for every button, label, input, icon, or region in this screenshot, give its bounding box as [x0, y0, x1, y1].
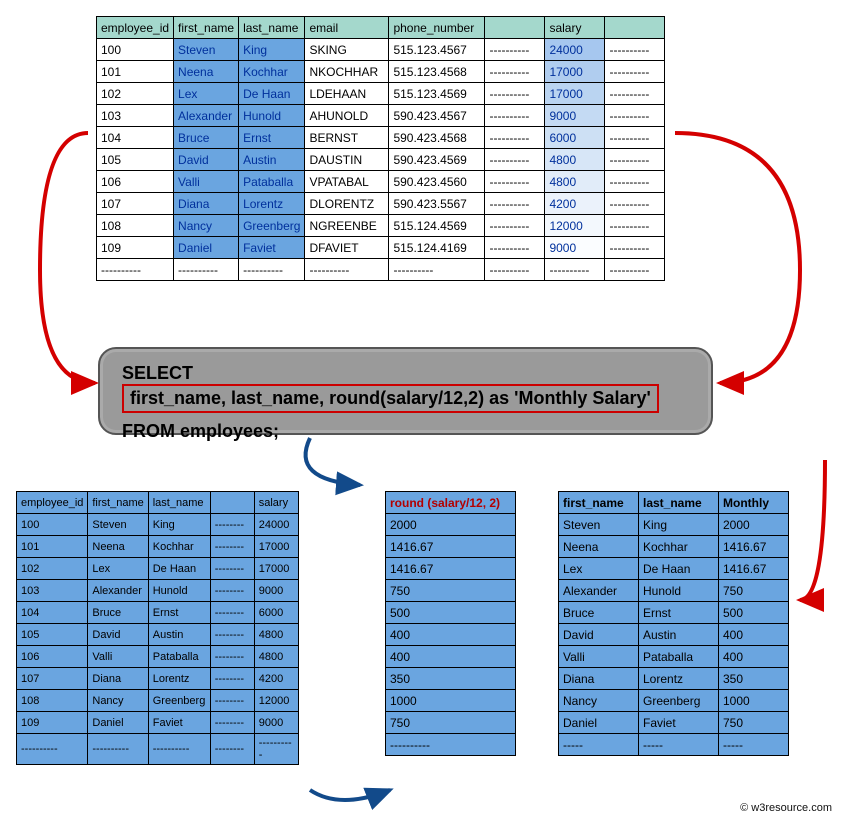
- table-row: 108NancyGreenbergNGREENBE515.124.4569---…: [97, 215, 665, 237]
- arrow-salary-to-round: [310, 790, 390, 800]
- table-row: 107DianaLorentzDLORENTZ590.423.5567-----…: [97, 193, 665, 215]
- table-row: LexDe Haan1416.67: [559, 558, 789, 580]
- table-header-row: round (salary/12, 2): [386, 492, 516, 514]
- table-row: 104BruceErnstBERNST590.423.4568---------…: [97, 127, 665, 149]
- table-row: 109DanielFaviet--------9000: [17, 712, 299, 734]
- table-row: NancyGreenberg1000: [559, 690, 789, 712]
- table-row: 103AlexanderHunoldAHUNOLD590.423.4567---…: [97, 105, 665, 127]
- sql-select-clause: first_name, last_name, round(salary/12,2…: [122, 384, 659, 413]
- diagram-canvas: employee_id first_name last_name email p…: [10, 10, 842, 818]
- table-row: 107DianaLorentz--------4200: [17, 668, 299, 690]
- table-row: 109DanielFavietDFAVIET515.124.4169------…: [97, 237, 665, 259]
- table-row: ----------------------------------------…: [97, 259, 665, 281]
- sql-line-1: SELECT first_name, last_name, round(sala…: [122, 363, 695, 413]
- table-row: StevenKing2000: [559, 514, 789, 536]
- table-header-row: employee_id first_name last_name email p…: [97, 17, 665, 39]
- table-row: 100StevenKingSKING515.123.4567----------…: [97, 39, 665, 61]
- col-employee-id: employee_id: [97, 17, 174, 39]
- table-row: 400: [386, 624, 516, 646]
- table-row: 1000: [386, 690, 516, 712]
- table-row: 101NeenaKochharNKOCHHAR515.123.4568-----…: [97, 61, 665, 83]
- sql-query-box: SELECT first_name, last_name, round(sala…: [98, 347, 713, 435]
- col-last-name: last_name: [239, 17, 305, 39]
- table-row: BruceErnst500: [559, 602, 789, 624]
- table-row: 1416.67: [386, 536, 516, 558]
- sql-select-keyword: SELECT: [122, 363, 193, 383]
- table-row: ---------------: [559, 734, 789, 756]
- result-table: first_name last_name Monthly StevenKing2…: [558, 491, 789, 756]
- table-row: 2000: [386, 514, 516, 536]
- table-row: DianaLorentz350: [559, 668, 789, 690]
- table-row: ValliPataballa400: [559, 646, 789, 668]
- table-row: 103AlexanderHunold--------9000: [17, 580, 299, 602]
- computed-column-table: round (salary/12, 2) 2000 1416.67 1416.6…: [385, 491, 516, 756]
- table-row: 1416.67: [386, 558, 516, 580]
- table-row: 750: [386, 580, 516, 602]
- col-extra2: [605, 17, 665, 39]
- col-phone: phone_number: [389, 17, 485, 39]
- table-row: 104BruceErnst--------6000: [17, 602, 299, 624]
- table-row: 100StevenKing--------24000: [17, 514, 299, 536]
- arrow-to-result: [800, 460, 825, 600]
- table-header-row: first_name last_name Monthly: [559, 492, 789, 514]
- table-header-row: employee_id first_name last_name salary: [17, 492, 299, 514]
- table-row: 102LexDe Haan--------17000: [17, 558, 299, 580]
- arrow-top-left-to-sql: [40, 133, 95, 383]
- table-row: DanielFaviet750: [559, 712, 789, 734]
- table-row: AlexanderHunold750: [559, 580, 789, 602]
- arrow-sql-to-mid: [306, 438, 360, 485]
- table-row: 350: [386, 668, 516, 690]
- col-salary: salary: [545, 17, 605, 39]
- col-first-name: first_name: [174, 17, 239, 39]
- sql-from-clause: FROM employees;: [122, 421, 695, 442]
- table-row: ----------------------------------------…: [17, 734, 299, 765]
- table-row: 101NeenaKochhar--------17000: [17, 536, 299, 558]
- table-row: 106ValliPataballa--------4800: [17, 646, 299, 668]
- table-row: 400: [386, 646, 516, 668]
- table-row: 106ValliPataballaVPATABAL590.423.4560---…: [97, 171, 665, 193]
- table-row: 108NancyGreenberg--------12000: [17, 690, 299, 712]
- arrow-top-right-to-sql: [675, 133, 800, 383]
- table-row: NeenaKochhar1416.67: [559, 536, 789, 558]
- table-row: 102LexDe HaanLDEHAAN515.123.4569--------…: [97, 83, 665, 105]
- col-email: email: [305, 17, 389, 39]
- copyright-text: © w3resource.com: [740, 802, 832, 814]
- table-row: 750: [386, 712, 516, 734]
- table-row: 105DavidAustinDAUSTIN590.423.4569-------…: [97, 149, 665, 171]
- table-row: 105DavidAustin--------4800: [17, 624, 299, 646]
- table-row: ----------: [386, 734, 516, 756]
- employees-table: employee_id first_name last_name email p…: [96, 16, 665, 281]
- table-row: DavidAustin400: [559, 624, 789, 646]
- col-extra1: [485, 17, 545, 39]
- table-row: 500: [386, 602, 516, 624]
- intermediate-table: employee_id first_name last_name salary …: [16, 491, 299, 765]
